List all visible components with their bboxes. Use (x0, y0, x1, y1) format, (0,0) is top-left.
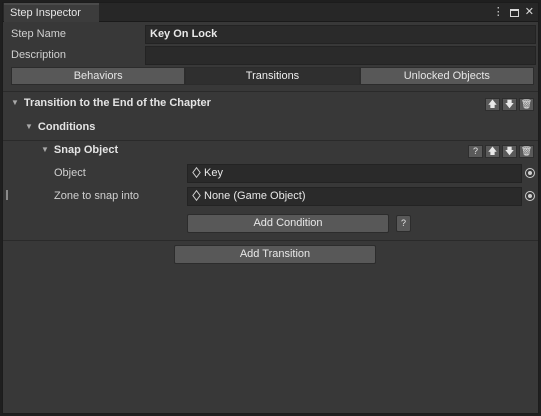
object-field[interactable]: Key (187, 164, 522, 183)
inspector-tabs: Behaviors Transitions Unlocked Objects (11, 67, 534, 85)
snap-object-title: Snap Object (53, 144, 119, 156)
move-down-icon[interactable]: 🡇 (502, 98, 517, 111)
tab-transitions[interactable]: Transitions (185, 67, 360, 85)
kebab-menu-icon[interactable]: ⋮ (493, 5, 504, 20)
step-inspector-window: Step Inspector ⋮ ✕ Step Name Key On Lock… (2, 2, 539, 414)
window-tab-bar: Step Inspector ⋮ ✕ (3, 3, 538, 22)
game-object-icon (192, 189, 201, 202)
close-icon[interactable]: ✕ (525, 5, 534, 20)
divider (3, 91, 538, 92)
object-picker-icon[interactable] (525, 168, 535, 178)
move-up-icon[interactable]: 🡅 (485, 145, 500, 158)
conditions-title: Conditions (37, 121, 96, 133)
add-condition-help-icon[interactable]: ? (396, 215, 411, 232)
description-label: Description (11, 49, 67, 61)
delete-icon[interactable]: 🗑 (519, 98, 534, 111)
zone-label: Zone to snap into (54, 190, 140, 202)
resize-handle[interactable] (6, 190, 8, 200)
conditions-foldout[interactable]: ▼ Conditions (3, 121, 538, 133)
transition-actions: 🡅 🡇 🗑 (485, 98, 534, 111)
zone-field[interactable]: None (Game Object) (187, 187, 522, 206)
divider (3, 140, 538, 141)
add-condition-button[interactable]: Add Condition (187, 214, 389, 233)
game-object-icon (192, 166, 201, 179)
foldout-arrow-icon: ▼ (11, 98, 19, 107)
description-field[interactable] (145, 46, 536, 65)
help-icon[interactable]: ? (468, 145, 483, 158)
foldout-arrow-icon: ▼ (41, 145, 49, 154)
transition-title: Transition to the End of the Chapter (23, 97, 211, 109)
window-controls: ⋮ ✕ (493, 5, 534, 20)
object-label: Object (54, 167, 86, 179)
maximize-icon[interactable] (509, 8, 519, 17)
move-down-icon[interactable]: 🡇 (502, 145, 517, 158)
foldout-arrow-icon: ▼ (25, 122, 33, 131)
step-name-field[interactable]: Key On Lock (145, 25, 536, 44)
tab-unlocked-objects[interactable]: Unlocked Objects (359, 67, 534, 85)
condition-actions: ? 🡅 🡇 🗑 (468, 145, 534, 158)
zone-value: None (Game Object) (204, 190, 306, 202)
object-value: Key (204, 167, 223, 179)
delete-icon[interactable]: 🗑 (519, 145, 534, 158)
step-name-label: Step Name (11, 28, 67, 40)
transition-foldout[interactable]: ▼ Transition to the End of the Chapter (3, 97, 538, 109)
divider (3, 240, 538, 241)
tab-behaviors[interactable]: Behaviors (11, 67, 186, 85)
add-transition-button[interactable]: Add Transition (174, 245, 376, 264)
move-up-icon[interactable]: 🡅 (485, 98, 500, 111)
zone-picker-icon[interactable] (525, 191, 535, 201)
tab-step-inspector[interactable]: Step Inspector (4, 3, 99, 22)
snap-object-foldout[interactable]: ▼ Snap Object (3, 144, 538, 156)
